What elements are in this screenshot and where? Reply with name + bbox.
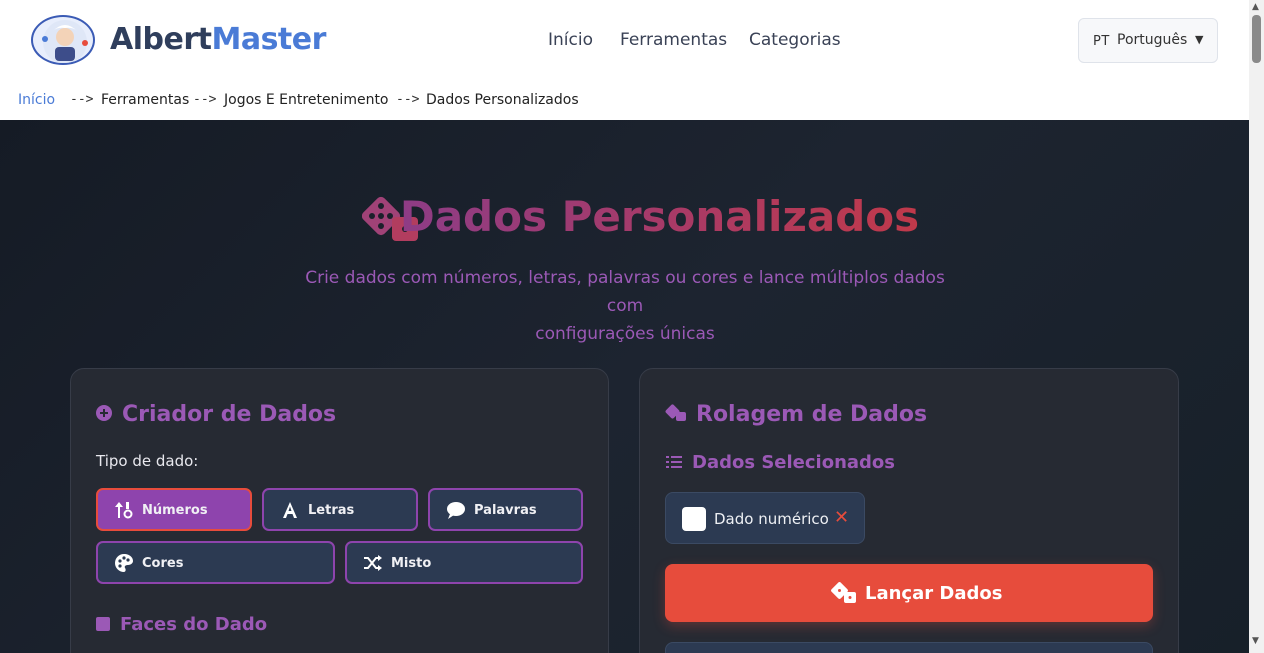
scroll-up-icon[interactable]: ▲ [1252,2,1259,12]
breadcrumb-current: Dados Personalizados [426,92,579,108]
type-button-label: Cores [142,556,184,571]
type-button-label: Letras [308,503,355,518]
type-button-label: Misto [391,556,432,571]
plus-circle-icon [96,405,112,421]
breadcrumb: Início --> Ferramentas --> Jogos E Entre… [0,80,1249,120]
type-button-cores[interactable]: Cores [96,541,335,584]
type-button-misto[interactable]: Misto [345,541,583,584]
roll-result-area [665,642,1153,653]
nav-ferramentas[interactable]: Ferramentas [620,30,727,50]
brand-name[interactable]: AlbertMaster [110,22,326,57]
shuffle-icon [364,555,382,571]
language-code: PT [1093,34,1110,49]
selected-die-chip: Dado numérico ✕ [665,492,865,544]
breadcrumb-separator: --> [193,92,217,107]
roll-dice-button[interactable]: Lançar Dados [665,564,1153,622]
comment-icon [447,502,465,519]
dice-icon [831,582,856,603]
page-title: Dados Personalizados [0,192,1249,241]
chevron-down-icon: ▼ [1195,33,1204,46]
top-header: AlbertMaster Início Ferramentas Categori… [0,0,1249,80]
roller-title: Rolagem de Dados [696,402,928,427]
list-icon [666,456,682,468]
selected-title: Dados Selecionados [692,452,896,473]
scrollbar-thumb[interactable] [1252,15,1261,63]
scroll-down-icon[interactable]: ▼ [1252,636,1259,646]
brand-part-1: Albert [110,22,212,57]
language-name: Português [1117,32,1188,48]
type-button-numeros[interactable]: Números [96,488,252,531]
page-scrollbar[interactable]: ▲ ▼ [1249,0,1264,653]
creator-title: Criador de Dados [122,402,337,427]
breadcrumb-inicio[interactable]: Início [18,92,55,108]
faces-title: Faces do Dado [120,614,268,635]
selected-die-label: Dado numérico [714,510,829,528]
font-icon [283,502,297,518]
brand-part-2: Master [211,22,326,57]
type-button-label: Palavras [474,503,537,518]
page-subtitle: Crie dados com números, letras, palavras… [300,264,950,348]
remove-die-button[interactable]: ✕ [834,507,849,528]
type-button-letras[interactable]: Letras [262,488,418,531]
type-button-palavras[interactable]: Palavras [428,488,583,531]
sort-numeric-icon [115,502,133,519]
breadcrumb-jogos[interactable]: Jogos E Entretenimento [224,92,389,108]
type-label: Tipo de dado: [96,452,199,470]
roll-dice-label: Lançar Dados [865,583,1003,604]
nav-inicio[interactable]: Início [548,30,593,50]
dice-icon [665,404,686,421]
square-icon [96,617,110,631]
subtitle-line-2: configurações únicas [535,324,715,344]
nav-categorias[interactable]: Categorias [749,30,841,50]
subtitle-line-1: Crie dados com números, letras, palavras… [305,268,945,316]
type-button-label: Números [142,503,208,518]
breadcrumb-separator: --> [396,92,420,107]
language-select[interactable]: PT Português ▼ [1078,18,1218,63]
palette-icon [115,554,133,572]
breadcrumb-ferramentas[interactable]: Ferramentas [101,92,189,108]
logo-image[interactable] [31,15,95,65]
page-title-text: Dados Personalizados [399,192,920,241]
breadcrumb-separator: --> [70,92,94,107]
die-preview-icon [682,507,706,531]
